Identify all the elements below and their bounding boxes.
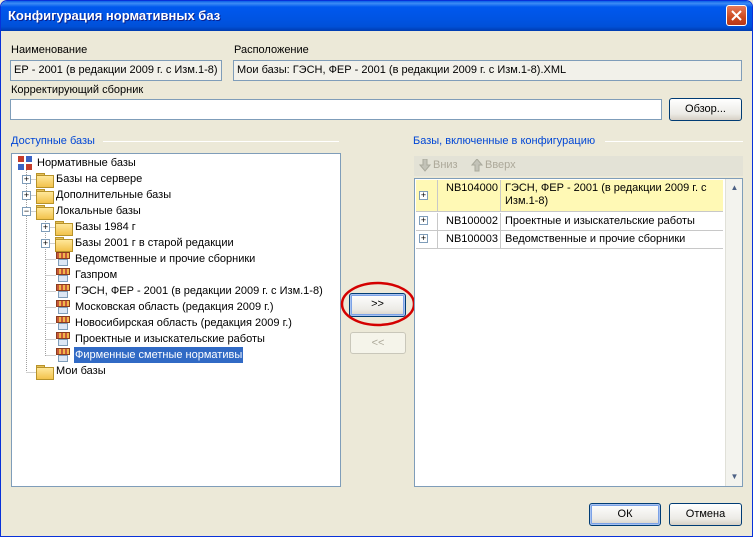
tree-item-label: Газпром (75, 269, 118, 281)
close-button[interactable] (726, 5, 747, 26)
location-field[interactable]: Мои базы: ГЭСН, ФЕР - 2001 (в редакции 2… (233, 60, 742, 81)
tree-item-label-selected: Фирменные сметные нормативы (74, 347, 244, 363)
vertical-scrollbar[interactable]: ▲ ▼ (725, 179, 742, 486)
remove-button[interactable]: << (350, 332, 406, 354)
row-expand-toggle[interactable]: + (419, 191, 428, 200)
database-icon (56, 252, 70, 266)
toolbar: Вниз Вверх (414, 156, 743, 176)
database-icon (56, 332, 70, 346)
database-icon (56, 348, 70, 362)
folder-icon (36, 189, 54, 204)
table-row[interactable]: + NB100003 Ведомственные и прочие сборни… (416, 231, 723, 249)
highlight-circle (340, 281, 416, 327)
tree-item-label: Мои базы (56, 365, 106, 377)
expand-toggle[interactable]: + (41, 239, 50, 248)
folder-icon (36, 205, 54, 220)
tree-item-label: Локальные базы (56, 205, 141, 217)
window-title: Конфигурация нормативных баз (8, 8, 221, 23)
expand-toggle[interactable]: + (41, 223, 50, 232)
included-bases-label: Базы, включенные в конфигурацию (413, 135, 596, 147)
scroll-up-arrow[interactable]: ▲ (727, 180, 742, 196)
row-code: NB100002 (438, 213, 501, 230)
correction-input[interactable] (10, 99, 662, 120)
tree-item-label: Нормативные базы (37, 157, 136, 169)
tree-item-label: Проектные и изыскательские работы (75, 333, 265, 345)
table-row[interactable]: + NB104000 ГЭСН, ФЕР - 2001 (в редакции … (416, 180, 723, 212)
config-dialog: Конфигурация нормативных баз Наименовани… (0, 0, 753, 537)
name-field[interactable]: ЕР - 2001 (в редакции 2009 г. с Изм.1-8) (10, 60, 222, 81)
database-icon (56, 268, 70, 282)
table-row[interactable]: + NB100002 Проектные и изыскательские ра… (416, 213, 723, 231)
arrow-up-icon (471, 159, 483, 172)
ok-button[interactable]: ОК (589, 503, 661, 526)
tree-item-label: Ведомственные и прочие сборники (75, 253, 256, 265)
name-label: Наименование (11, 44, 88, 56)
tree-item-label: Базы на сервере (56, 173, 143, 185)
title-bar[interactable]: Конфигурация нормативных баз (1, 1, 752, 31)
row-name: Ведомственные и прочие сборники (505, 233, 686, 245)
expand-toggle[interactable]: + (22, 175, 31, 184)
folder-icon (36, 173, 54, 188)
tree-item-label: Московская область (редакция 2009 г.) (75, 301, 274, 313)
divider (605, 141, 743, 142)
expand-toggle[interactable]: + (22, 191, 31, 200)
database-icon (56, 300, 70, 314)
folder-icon (55, 237, 73, 252)
browse-button[interactable]: Обзор... (669, 98, 742, 121)
database-icon (56, 316, 70, 330)
close-icon (731, 10, 742, 21)
tree-item-label: Дополнительные базы (56, 189, 172, 201)
collapse-toggle[interactable]: − (22, 207, 31, 216)
tree-item-label: Базы 2001 г в старой редакции (75, 237, 234, 249)
tree-item-label: Новосибирская область (редакция 2009 г.) (75, 317, 292, 329)
database-icon (56, 284, 70, 298)
folder-icon (36, 365, 54, 380)
folder-icon (55, 221, 73, 236)
tree-item-label: ГЭСН, ФЕР - 2001 (в редакции 2009 г. с И… (75, 285, 323, 297)
location-label: Расположение (234, 44, 309, 56)
correction-label: Корректирующий сборник (11, 84, 144, 96)
cancel-button[interactable]: Отмена (669, 503, 742, 526)
available-bases-label: Доступные базы (11, 135, 95, 147)
included-grid[interactable]: + NB104000 ГЭСН, ФЕР - 2001 (в редакции … (414, 178, 743, 487)
row-code: NB104000 (438, 180, 501, 211)
tree-item-label: Базы 1984 г (75, 221, 136, 233)
divider (103, 141, 339, 142)
row-expand-toggle[interactable]: + (419, 234, 428, 243)
row-name: Проектные и изыскательские работы (505, 215, 695, 227)
row-expand-toggle[interactable]: + (419, 216, 428, 225)
scroll-down-arrow[interactable]: ▼ (727, 469, 742, 485)
row-name: ГЭСН, ФЕР - 2001 (в редакции 2009 г. с И… (505, 182, 707, 207)
available-tree[interactable]: Нормативные базы + Базы на сервере + Доп… (11, 153, 341, 487)
grid-icon (18, 156, 32, 170)
arrow-down-icon (419, 159, 431, 172)
row-code: NB100003 (438, 231, 501, 248)
